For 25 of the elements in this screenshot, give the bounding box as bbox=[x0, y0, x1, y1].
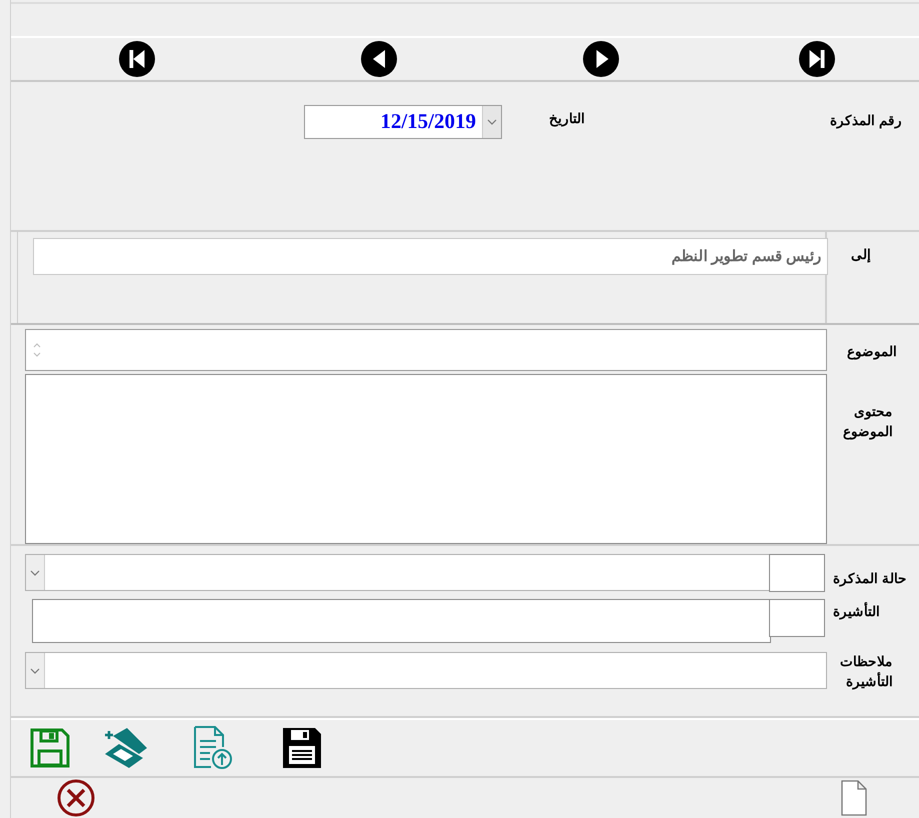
cancel-icon[interactable] bbox=[56, 778, 96, 818]
previous-icon[interactable] bbox=[361, 40, 397, 77]
memo-number-label: رقم المذكرة bbox=[830, 112, 902, 128]
recipient-field[interactable]: رئيس قسم تطوير النظم bbox=[33, 238, 828, 275]
content-label: محتوى الموضوع bbox=[842, 403, 893, 442]
memo-status-code-field[interactable] bbox=[769, 554, 825, 592]
date-picker[interactable]: 12/15/2019 bbox=[304, 104, 502, 139]
last-record-icon[interactable] bbox=[799, 40, 835, 77]
recipient-label: إلى bbox=[851, 246, 871, 262]
memo-status-dropdown[interactable] bbox=[25, 554, 771, 592]
document-upload-icon[interactable] bbox=[191, 725, 235, 772]
save-icon[interactable] bbox=[29, 727, 71, 770]
date-label: التاريخ bbox=[549, 110, 585, 126]
endorsement-code-field[interactable] bbox=[769, 599, 825, 638]
document-icon[interactable] bbox=[840, 779, 868, 817]
endorsement-notes-dropdown[interactable] bbox=[25, 652, 827, 690]
endorsement-label: التأشيرة bbox=[833, 603, 880, 622]
save-disk-icon[interactable] bbox=[281, 726, 323, 770]
memo-status-label: حالة المذكرة bbox=[833, 570, 907, 589]
first-record-icon[interactable] bbox=[119, 40, 155, 77]
subject-field[interactable] bbox=[25, 329, 827, 372]
subject-label: الموضوع bbox=[846, 343, 897, 360]
endorsement-notes-label: ملاحظات التأشيرة bbox=[839, 653, 893, 692]
endorsement-field[interactable] bbox=[32, 599, 771, 644]
next-icon[interactable] bbox=[583, 40, 619, 77]
